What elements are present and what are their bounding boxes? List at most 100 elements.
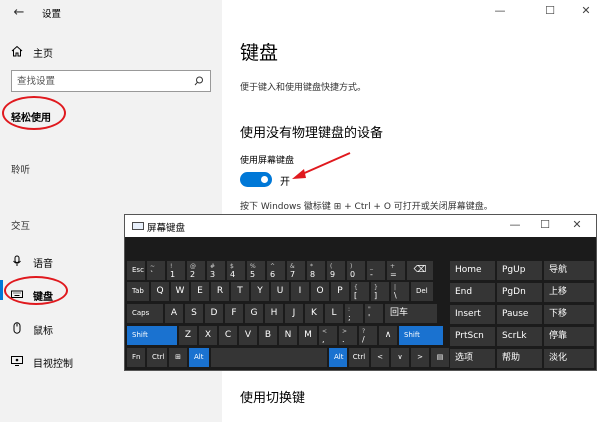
minimize-button[interactable]: —	[490, 4, 510, 17]
key[interactable]: End	[450, 283, 495, 302]
search-input[interactable]	[17, 74, 187, 88]
key[interactable]: | \	[391, 282, 409, 301]
sidebar-item-label: 鼠标	[33, 326, 53, 337]
key[interactable]: :;	[345, 304, 363, 323]
key[interactable]: G	[245, 304, 263, 323]
key[interactable]: 回车	[385, 304, 437, 323]
key[interactable]: $4	[227, 261, 245, 280]
key[interactable]: H	[265, 304, 283, 323]
sidebar-item-home[interactable]: 主页	[0, 38, 222, 66]
key[interactable]: 选项	[450, 349, 495, 368]
key[interactable]: 下移	[544, 305, 594, 324]
key[interactable]: 淡化	[544, 349, 594, 368]
onscreen-keyboard-toggle[interactable]	[240, 172, 272, 187]
key[interactable]: X	[199, 326, 217, 345]
key[interactable]: ⊞	[169, 348, 187, 367]
key[interactable]: * 8	[307, 261, 325, 280]
key[interactable]: Shift	[127, 326, 177, 345]
key[interactable]: <,	[319, 326, 337, 345]
key[interactable]: Fn	[127, 348, 145, 367]
maximize-button[interactable]: ☐	[540, 4, 560, 17]
key[interactable]: 导航	[544, 261, 594, 280]
key[interactable]: Pause	[497, 305, 542, 324]
key[interactable]: % 5	[247, 261, 265, 280]
key[interactable]: PgDn	[497, 283, 542, 302]
key[interactable]: Shift	[399, 326, 443, 345]
osk-maximize-button[interactable]: ☐	[535, 218, 555, 231]
toggle-label: 使用屏幕键盘	[240, 156, 295, 166]
key[interactable]: >.	[339, 326, 357, 345]
key[interactable]: ! 1	[167, 261, 185, 280]
key[interactable]: Insert	[450, 305, 495, 324]
key[interactable]: (9	[327, 261, 345, 280]
back-arrow-icon[interactable]: ←	[10, 4, 28, 22]
key[interactable]: V	[239, 326, 257, 345]
key[interactable]: K	[305, 304, 323, 323]
key[interactable]: S	[185, 304, 203, 323]
key[interactable]: <	[371, 348, 389, 367]
key[interactable]: Esc	[127, 261, 145, 280]
key[interactable]: D	[205, 304, 223, 323]
key[interactable]: B	[259, 326, 277, 345]
key[interactable]: Z	[179, 326, 197, 345]
key[interactable]: Ctrl	[349, 348, 369, 367]
key[interactable]: T	[231, 282, 249, 301]
sidebar-item-label: 目视控制	[33, 359, 73, 370]
key[interactable]: ? /	[359, 326, 377, 345]
key[interactable]: Home	[450, 261, 495, 280]
key[interactable]: @2	[187, 261, 205, 280]
key[interactable]: Alt	[329, 348, 347, 367]
key[interactable]: C	[219, 326, 237, 345]
key[interactable]: PrtScn	[450, 327, 495, 346]
key[interactable]: O	[311, 282, 329, 301]
key[interactable]: Alt	[189, 348, 209, 367]
key[interactable]: P	[331, 282, 349, 301]
key[interactable]: A	[165, 304, 183, 323]
key[interactable]: + =	[387, 261, 405, 280]
search-icon[interactable]	[194, 76, 204, 86]
search-box[interactable]	[11, 70, 211, 92]
osk-minimize-button[interactable]: —	[505, 218, 525, 231]
key[interactable]: ∧	[379, 326, 397, 345]
key[interactable]: N	[279, 326, 297, 345]
key[interactable]: #3	[207, 261, 225, 280]
key[interactable]: Ctrl	[147, 348, 167, 367]
toggle-knob	[261, 176, 268, 183]
key[interactable]: F	[225, 304, 243, 323]
key[interactable]: Del	[411, 282, 433, 301]
key[interactable]: ScrLk	[497, 327, 542, 346]
osk-close-button[interactable]: ✕	[567, 218, 587, 231]
key[interactable]: ∨	[391, 348, 409, 367]
microphone-icon	[13, 255, 21, 266]
key[interactable]: W	[171, 282, 189, 301]
key[interactable]: L	[325, 304, 343, 323]
key[interactable]: ) 0	[347, 261, 365, 280]
key[interactable]: I	[291, 282, 309, 301]
key[interactable]: Caps	[127, 304, 163, 323]
key[interactable]: E	[191, 282, 209, 301]
key[interactable]: >	[411, 348, 429, 367]
close-button[interactable]: ✕	[576, 4, 596, 17]
key[interactable]: 上移	[544, 283, 594, 302]
key[interactable]: PgUp	[497, 261, 542, 280]
key[interactable]: }]	[371, 282, 389, 301]
key[interactable]: R	[211, 282, 229, 301]
key[interactable]: Y	[251, 282, 269, 301]
osk-keys-area: Esc ~ `! 1 @2 #3 $4% 5 ^ 6 & 7 * 8(9) 0 _ - + = ⌫ Tab Q W E R T Y U…	[125, 237, 596, 370]
key[interactable]: {[	[351, 282, 369, 301]
key[interactable]: ▤	[431, 348, 449, 367]
key[interactable]: & 7	[287, 261, 305, 280]
key[interactable]: _ -	[367, 261, 385, 280]
key[interactable]: J	[285, 304, 303, 323]
key[interactable]: ^ 6	[267, 261, 285, 280]
key[interactable]: ~ `	[147, 261, 165, 280]
key[interactable]: U	[271, 282, 289, 301]
key[interactable]	[211, 348, 327, 367]
key[interactable]: Tab	[127, 282, 149, 301]
key[interactable]: " '	[365, 304, 383, 323]
key[interactable]: Q	[151, 282, 169, 301]
key[interactable]: 停靠	[544, 327, 594, 346]
key[interactable]: ⌫	[407, 261, 433, 280]
key[interactable]: M	[299, 326, 317, 345]
key[interactable]: 帮助	[497, 349, 542, 368]
